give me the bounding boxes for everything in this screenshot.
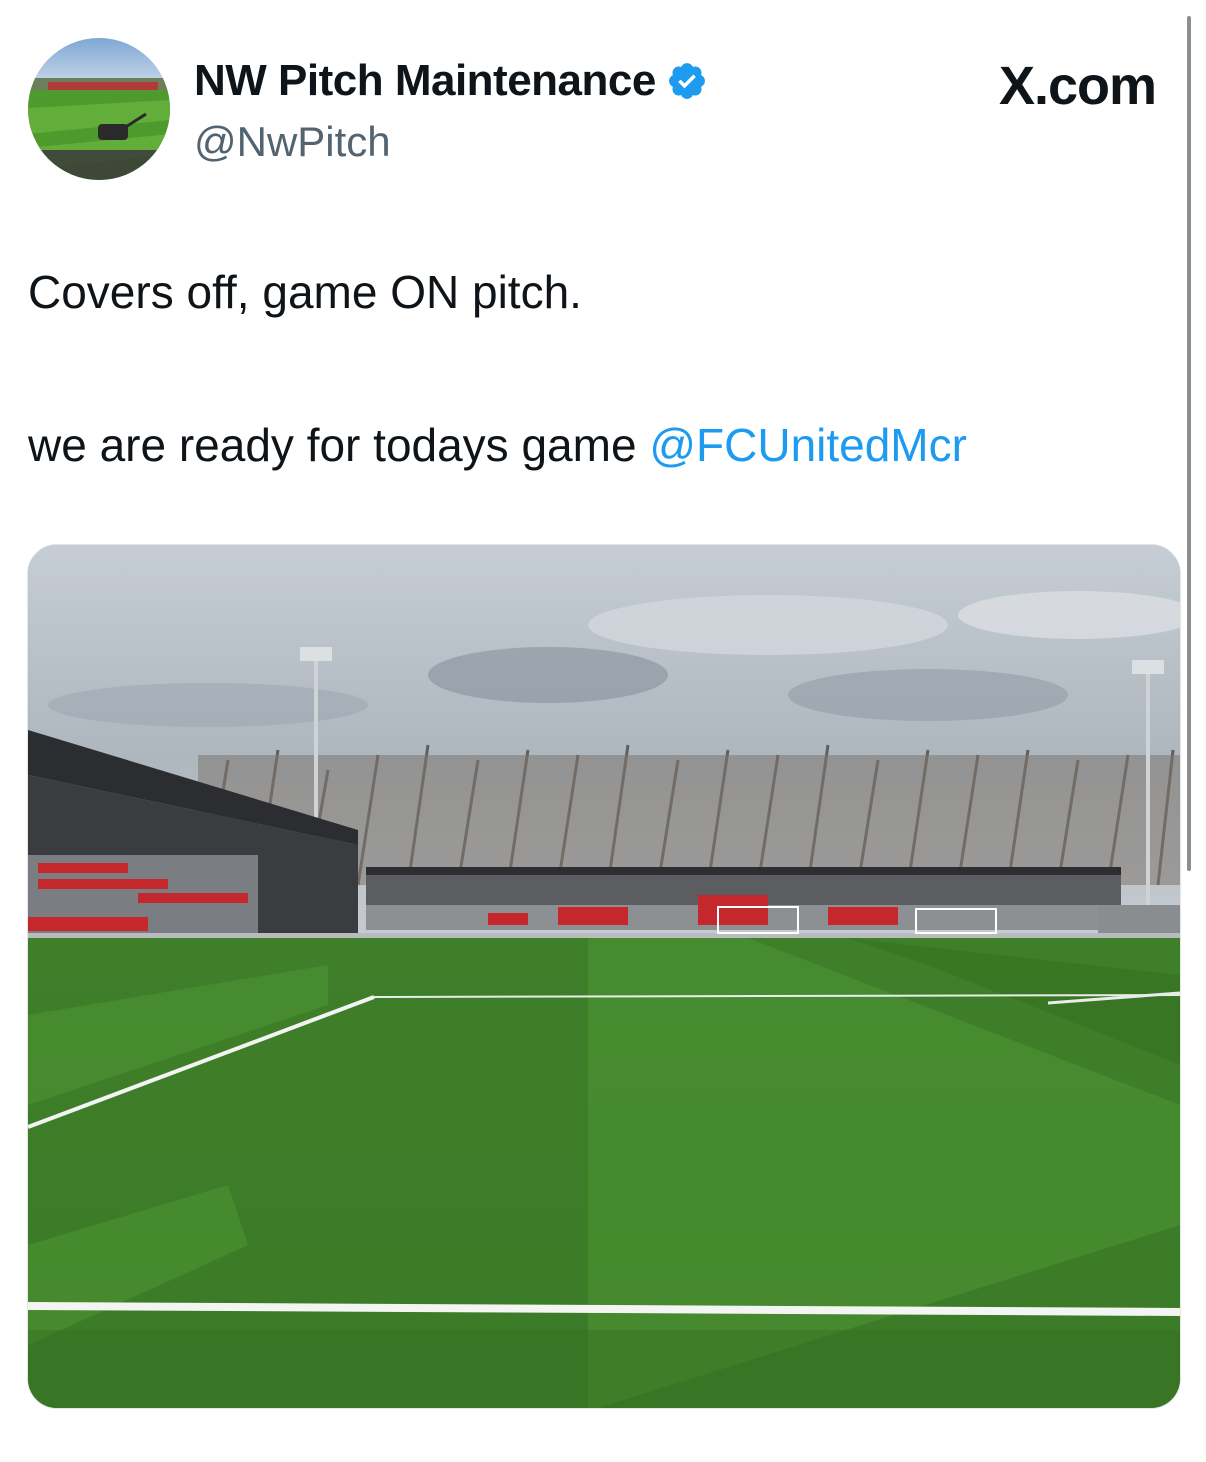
x-com-logo[interactable]: X.com bbox=[999, 54, 1157, 118]
verified-badge-icon bbox=[666, 60, 708, 102]
handle[interactable]: @NwPitch bbox=[194, 116, 391, 168]
display-name[interactable]: NW Pitch Maintenance bbox=[194, 54, 656, 108]
tweet-header: NW Pitch Maintenance @NwPitch X.com bbox=[28, 38, 1168, 180]
pitch-with-roller-avatar-icon bbox=[28, 38, 170, 180]
name-row: NW Pitch Maintenance bbox=[194, 54, 708, 108]
tweet-text: Covers off, game ON pitch. we are ready … bbox=[28, 262, 1168, 475]
tweet-text-line2-prefix: we are ready for todays game bbox=[28, 419, 650, 471]
stadium-pitch-image bbox=[28, 545, 1180, 1408]
tweet-text-line1: Covers off, game ON pitch. bbox=[28, 266, 582, 318]
scrollbar[interactable] bbox=[1187, 16, 1191, 871]
tweet-media-photo[interactable] bbox=[27, 544, 1181, 1409]
avatar[interactable] bbox=[28, 38, 170, 180]
mention-link[interactable]: @FCUnitedMcr bbox=[649, 419, 967, 471]
tweet-text-line2: we are ready for todays game @FCUnitedMc… bbox=[28, 415, 1168, 475]
